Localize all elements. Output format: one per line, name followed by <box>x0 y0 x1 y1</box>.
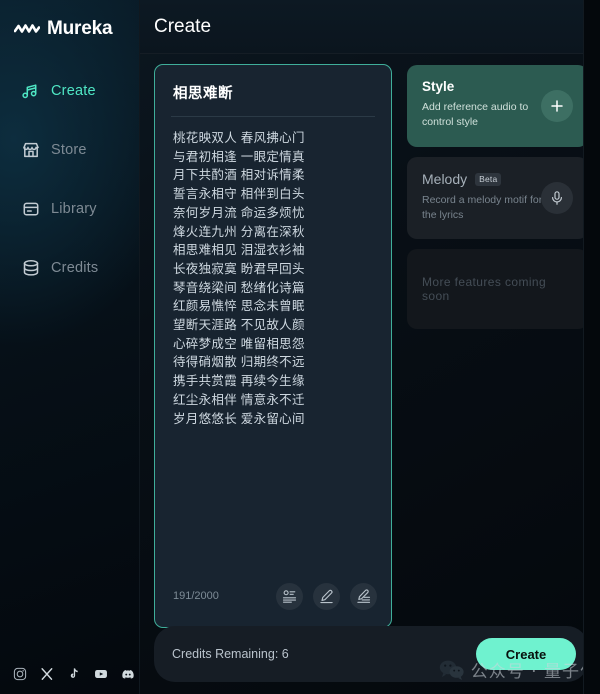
lyric-line: 望断天涯路 不见故人颜 <box>173 318 305 333</box>
lyrics-text-area[interactable]: 桃花映双人 春风拂心门 与君初相逢 一眼定情真 月下共酌酒 相对诉情柔 誓言永相守 相… <box>155 117 391 573</box>
social-links <box>0 667 139 681</box>
library-box-icon <box>23 202 39 216</box>
lyric-line: 与君初相逢 一眼定情真 <box>173 149 305 164</box>
content-area: 相思难断 桃花映双人 春风拂心门 与君初相逢 一眼定情真 月下共酌酒 相对诉情柔 誓言… <box>140 54 600 628</box>
lyrics-title: 相思难断 <box>173 86 233 102</box>
lyric-line: 心碎梦成空 唯留相思怨 <box>173 336 305 351</box>
sidebar-item-store[interactable]: Store <box>0 131 139 169</box>
lyrics-assistant-button[interactable] <box>276 582 303 610</box>
lyric-line: 烽火连九州 分离在深秋 <box>173 224 305 239</box>
coming-soon-text: More features coming soon <box>422 275 547 303</box>
page-title: Create <box>154 15 212 37</box>
beta-badge: Beta <box>475 172 502 186</box>
credits-remaining-label: Credits Remaining: 6 <box>172 647 289 661</box>
add-reference-audio-button[interactable] <box>541 90 573 122</box>
sidebar-item-library[interactable]: Library <box>0 190 139 228</box>
character-count: 191/2000 <box>173 590 219 602</box>
lyric-line: 琴音绕梁间 愁绪化诗篇 <box>173 280 305 295</box>
sidebar-item-label: Library <box>51 201 97 217</box>
discord-icon[interactable] <box>121 667 135 681</box>
brand-name: Mureka <box>47 18 113 39</box>
music-note-icon <box>22 84 37 99</box>
lyric-line: 长夜独寂寞 盼君早回头 <box>173 261 305 276</box>
lyric-line: 红颜易憔悴 思念未曾眠 <box>173 299 305 314</box>
instagram-icon[interactable] <box>13 667 27 681</box>
melody-card-subtitle: Record a melody motif for the lyrics <box>422 194 543 221</box>
database-icon <box>23 260 39 276</box>
lyric-line: 岁月悠悠长 爱永留心间 <box>173 411 305 426</box>
waveform-zigzag-icon <box>14 24 40 33</box>
lyric-line: 待得硝烟散 归期终不远 <box>173 355 305 370</box>
lyric-line: 桃花映双人 春风拂心门 <box>173 131 305 145</box>
lyric-line: 携手共赏霞 再续今生缘 <box>173 374 305 389</box>
youtube-icon[interactable] <box>94 667 108 681</box>
top-bar: Create <box>140 0 600 54</box>
tiktok-icon[interactable] <box>67 667 81 681</box>
x-twitter-icon[interactable] <box>40 667 54 681</box>
features-column: Style Add reference audio to control sty… <box>392 64 588 626</box>
melody-card-title: Melody <box>422 171 468 187</box>
lyric-line: 相思难相见 泪湿衣衫袖 <box>173 243 305 258</box>
edit-lyrics-button[interactable] <box>313 582 340 610</box>
lyric-line: 红尘永相伴 情意永不迁 <box>173 392 305 407</box>
microphone-icon <box>552 191 562 205</box>
lyric-line: 誓言永相守 相伴到白头 <box>173 187 305 202</box>
plus-icon <box>551 100 563 112</box>
create-button[interactable]: Create <box>476 638 576 670</box>
sidebar-item-label: Credits <box>51 260 99 276</box>
bottom-bar: Credits Remaining: 6 Create <box>154 626 588 682</box>
record-melody-button[interactable] <box>541 182 573 214</box>
right-edge-strip <box>583 0 600 694</box>
lyrics-footer: 191/2000 <box>155 573 391 627</box>
sidebar-item-create[interactable]: Create <box>0 72 139 110</box>
sidebar-item-label: Store <box>51 142 87 158</box>
rewrite-lyrics-button[interactable] <box>350 582 377 610</box>
app-root: Mureka Create Store Library Credits Crea… <box>0 0 600 694</box>
sidebar-item-credits[interactable]: Credits <box>0 249 139 287</box>
sidebar-item-label: Create <box>51 83 96 99</box>
lyrics-assistant-icon <box>282 589 297 603</box>
lyric-line: 奈何岁月流 命运多烦忧 <box>173 205 305 220</box>
store-icon <box>23 142 39 158</box>
lyric-line: 月下共酌酒 相对诉情柔 <box>173 168 305 183</box>
style-card-subtitle: Add reference audio to control style <box>422 101 529 128</box>
sidebar-nav: Create Store Library Credits <box>0 72 139 287</box>
sidebar: Mureka Create Store Library Credits <box>0 0 140 694</box>
lyrics-editor-card[interactable]: 相思难断 桃花映双人 春风拂心门 与君初相逢 一眼定情真 月下共酌酒 相对诉情柔 誓言… <box>154 64 392 628</box>
coming-soon-card: More features coming soon <box>407 249 588 329</box>
melody-card[interactable]: Melody Beta Record a melody motif for th… <box>407 157 588 239</box>
main-area: Create 相思难断 桃花映双人 春风拂心门 与君初相逢 一眼定情真 月下共酌酒 … <box>140 0 600 694</box>
style-card[interactable]: Style Add reference audio to control sty… <box>407 65 588 147</box>
brand-logo[interactable]: Mureka <box>0 0 139 44</box>
edit-pencil-icon <box>320 589 333 603</box>
rewrite-pencil-icon <box>357 588 371 603</box>
